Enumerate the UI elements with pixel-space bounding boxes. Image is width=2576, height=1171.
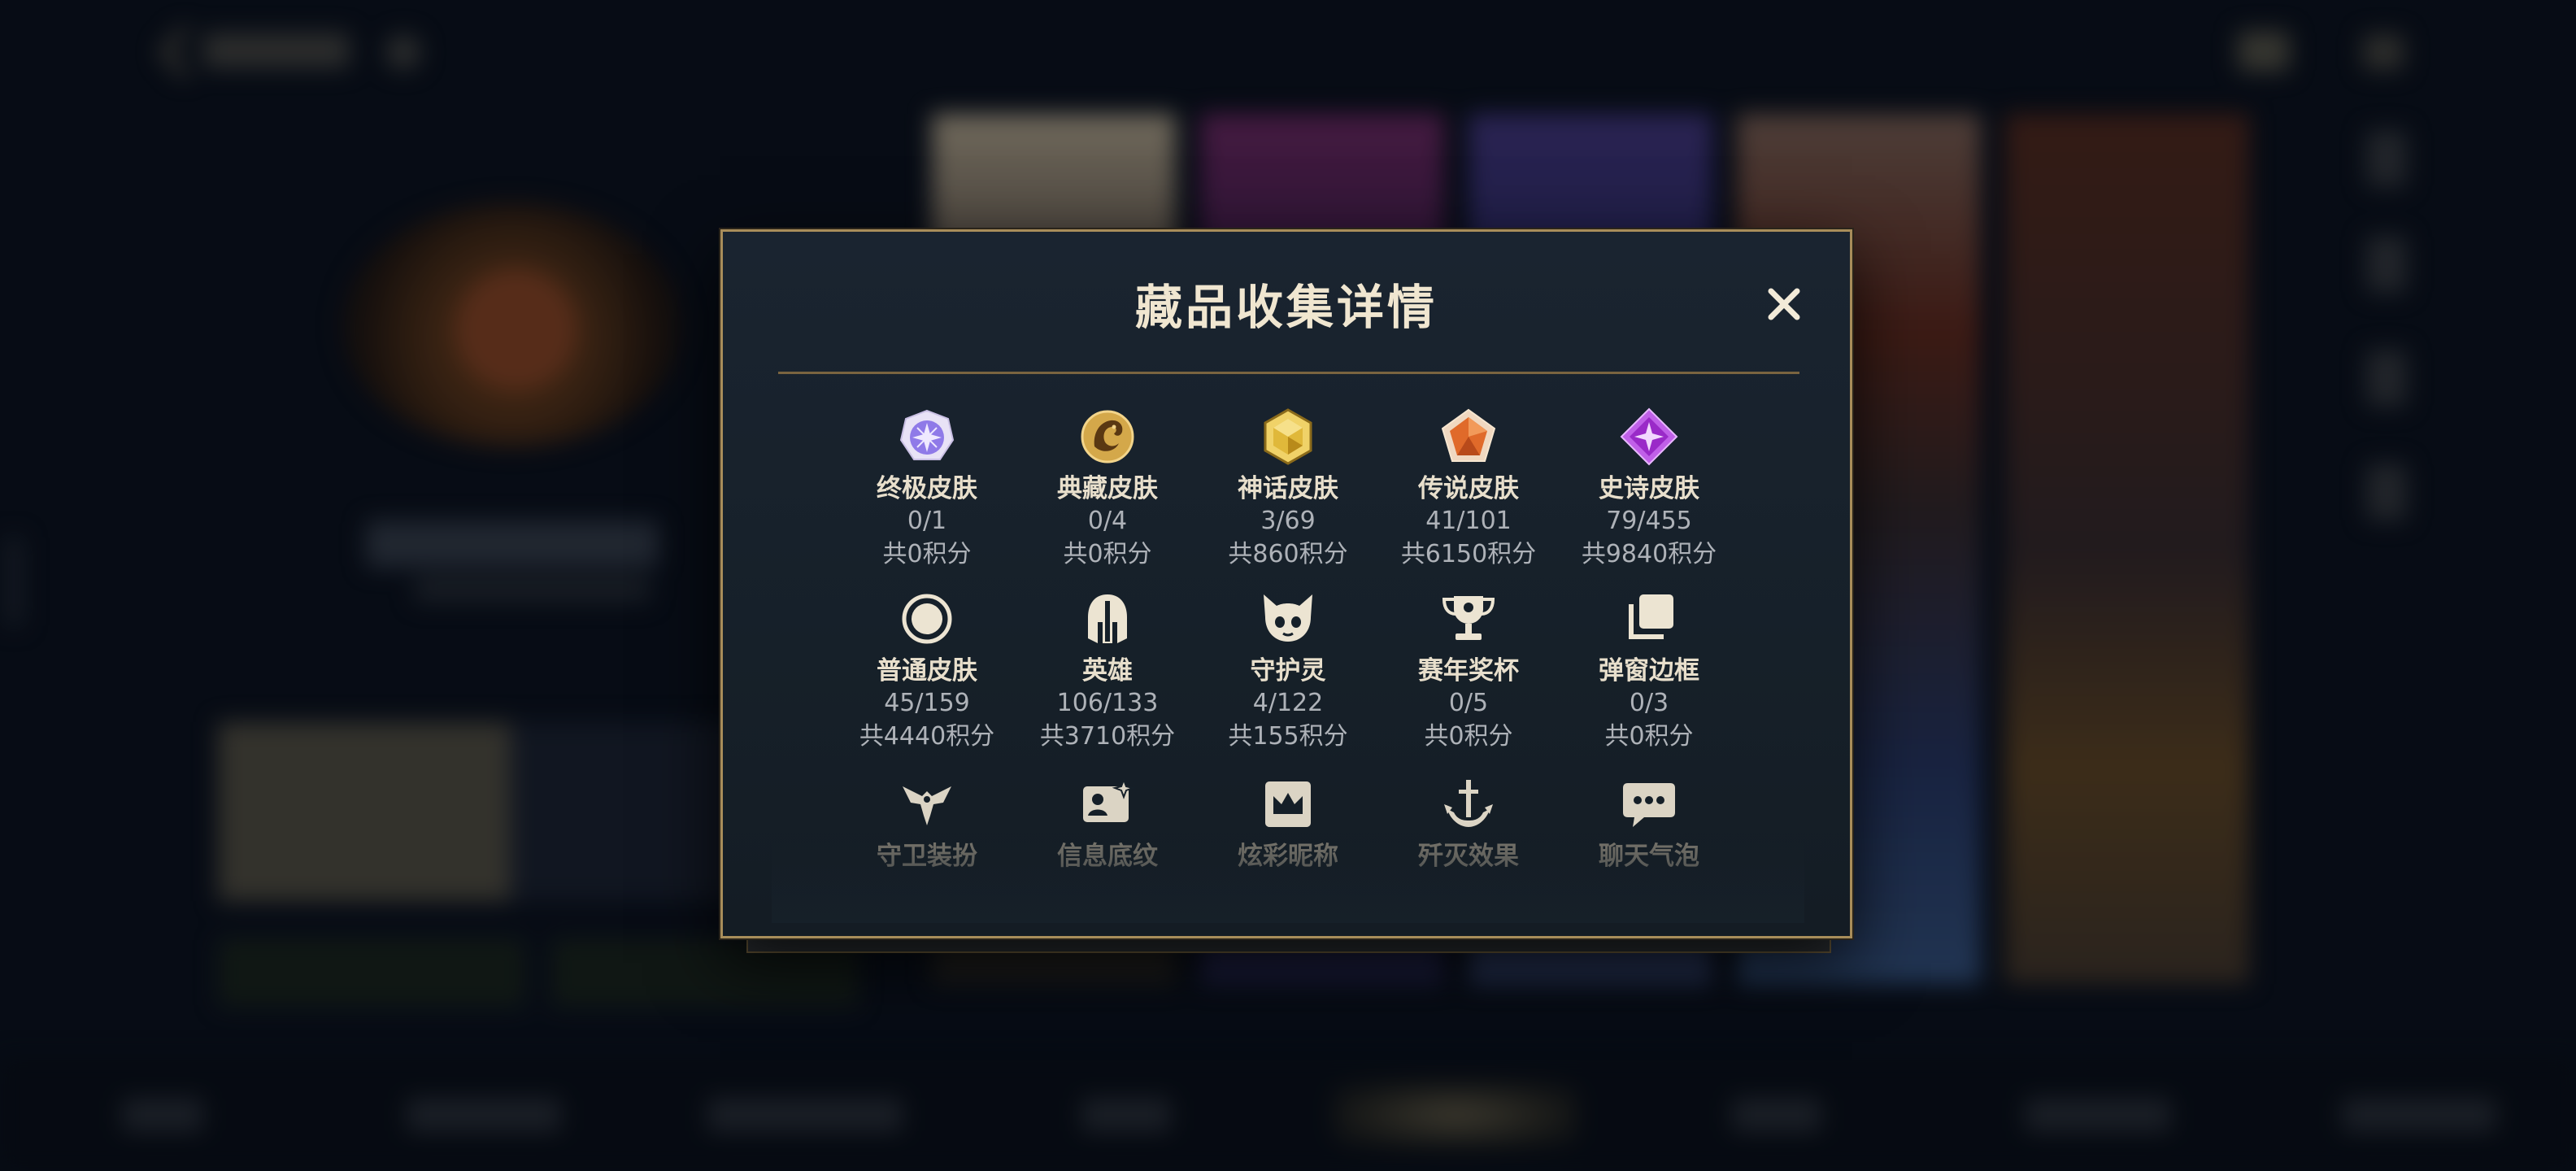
collection-item-ward-skin[interactable]: 守卫装扮 — [833, 775, 1020, 873]
item-points: 共155积分 — [1228, 722, 1348, 751]
ward-skin-icon — [903, 786, 951, 825]
item-label: 守卫装扮 — [877, 842, 977, 871]
collection-item-legendary-skin[interactable]: 传说皮肤 41/101 共6150积分 — [1375, 407, 1562, 572]
item-points: 共0积分 — [882, 540, 972, 568]
item-points: 共6150积分 — [1400, 540, 1537, 568]
item-points: 共4440积分 — [859, 722, 995, 751]
item-count: 3/69 — [1260, 507, 1316, 535]
close-button[interactable] — [1756, 276, 1812, 333]
item-count: 41/101 — [1425, 507, 1512, 535]
item-label: 史诗皮肤 — [1599, 474, 1699, 503]
ultimate-skin-icon — [899, 409, 955, 460]
guardian-spirit-icon — [1264, 594, 1312, 642]
title-divider — [778, 372, 1799, 374]
item-count: 0/4 — [1087, 507, 1128, 535]
collection-details-modal: 藏品收集详情 终极皮肤 0/1 共0积分 典藏皮肤 0/4 共0积分 神话皮肤 … — [720, 229, 1852, 938]
item-points: 共860积分 — [1228, 540, 1348, 568]
collection-item-legacy-skin[interactable]: 典藏皮肤 0/4 共0积分 — [1014, 407, 1201, 572]
popup-frame-icon — [1629, 594, 1673, 639]
hero-icon — [1088, 594, 1127, 643]
item-count: 0/3 — [1629, 689, 1669, 717]
collection-item-season-trophy[interactable]: 赛年奖杯 0/5 共0积分 — [1375, 590, 1562, 754]
annihilation-effect-icon — [1444, 780, 1493, 827]
item-points: 共0积分 — [1604, 722, 1694, 751]
item-points: 共3710积分 — [1039, 722, 1176, 751]
season-trophy-icon — [1442, 596, 1495, 640]
collection-item-mythic-skin[interactable]: 神话皮肤 3/69 共860积分 — [1194, 407, 1382, 572]
colorful-nickname-icon — [1265, 781, 1311, 827]
item-points: 共0积分 — [1063, 540, 1152, 568]
info-background-icon — [1083, 777, 1136, 822]
collection-item-ultimate-skin[interactable]: 终极皮肤 0/1 共0积分 — [833, 407, 1020, 572]
item-count: 79/455 — [1606, 507, 1692, 535]
collection-item-epic-skin[interactable]: 史诗皮肤 79/455 共9840积分 — [1556, 407, 1743, 572]
item-label: 普通皮肤 — [877, 656, 977, 686]
item-label: 赛年奖杯 — [1418, 656, 1519, 686]
item-label: 歼灭效果 — [1418, 842, 1519, 871]
chat-bubble-icon — [1623, 783, 1675, 827]
collection-item-chat-bubble[interactable]: 聊天气泡 — [1556, 775, 1743, 873]
item-label: 聊天气泡 — [1599, 842, 1699, 871]
collection-item-info-background[interactable]: 信息底纹 — [1014, 775, 1201, 873]
item-label: 传说皮肤 — [1418, 474, 1519, 503]
close-icon — [1768, 288, 1800, 320]
collection-item-normal-skin[interactable]: 普通皮肤 45/159 共4440积分 — [833, 590, 1020, 754]
epic-skin-icon — [1620, 407, 1678, 466]
legacy-skin-icon — [1081, 410, 1134, 464]
item-count: 4/122 — [1252, 689, 1324, 717]
item-label: 信息底纹 — [1057, 842, 1158, 871]
item-points: 共0积分 — [1424, 722, 1513, 751]
item-label: 弹窗边框 — [1599, 656, 1699, 686]
collection-item-hero[interactable]: 英雄 106/133 共3710积分 — [1014, 590, 1201, 754]
collection-item-annihilation-effect[interactable]: 歼灭效果 — [1375, 775, 1562, 873]
modal-title: 藏品收集详情 — [1134, 280, 1438, 335]
item-points: 共9840积分 — [1581, 540, 1717, 568]
normal-skin-icon — [902, 594, 952, 644]
item-label: 典藏皮肤 — [1057, 474, 1158, 503]
mythic-skin-icon — [1264, 408, 1312, 465]
item-label: 守护灵 — [1250, 656, 1326, 686]
item-count: 45/159 — [884, 689, 970, 717]
item-label: 神话皮肤 — [1238, 474, 1338, 503]
item-count: 106/133 — [1056, 689, 1159, 717]
collection-item-guardian-spirit[interactable]: 守护灵 4/122 共155积分 — [1194, 590, 1382, 754]
item-label: 炫彩昵称 — [1238, 842, 1338, 871]
legendary-skin-icon — [1441, 408, 1496, 462]
item-label: 终极皮肤 — [877, 474, 977, 503]
item-count: 0/5 — [1448, 689, 1489, 717]
item-label: 英雄 — [1082, 656, 1133, 686]
item-count: 0/1 — [907, 507, 947, 535]
collection-item-colorful-nickname[interactable]: 炫彩昵称 — [1194, 775, 1382, 873]
collection-item-popup-frame[interactable]: 弹窗边框 0/3 共0积分 — [1556, 590, 1743, 754]
